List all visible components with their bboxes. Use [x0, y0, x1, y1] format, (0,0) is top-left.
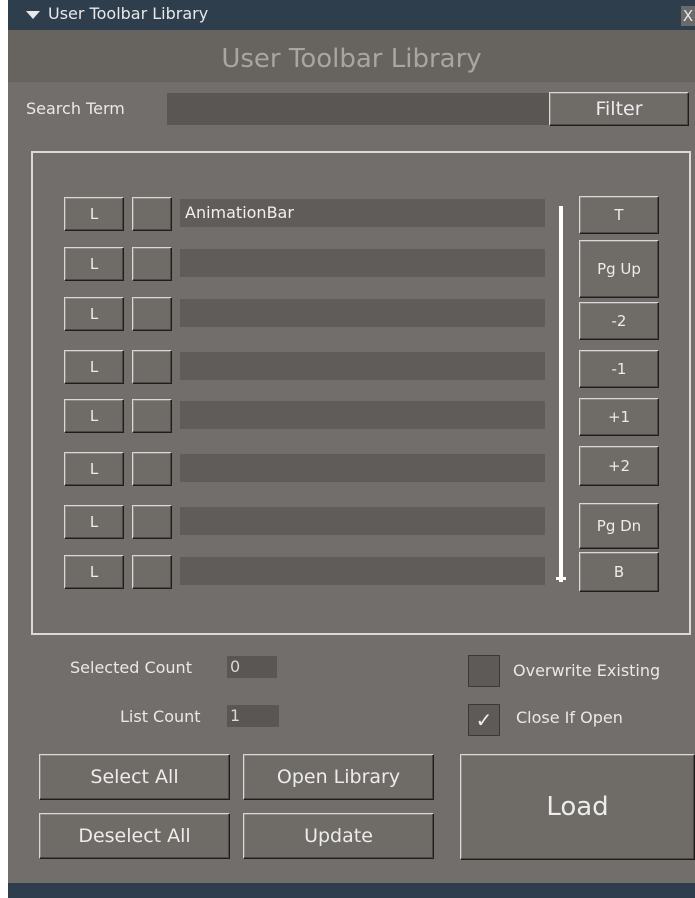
toolbar-name-field[interactable] [180, 557, 545, 585]
load-row-button[interactable]: L [64, 197, 124, 231]
select-row-toggle[interactable] [132, 197, 172, 231]
toolbar-name-field[interactable] [180, 401, 545, 429]
page-up-button[interactable]: Pg Up [579, 240, 659, 298]
search-input[interactable] [167, 93, 549, 125]
select-row-toggle[interactable] [132, 297, 172, 331]
bottom-button[interactable]: B [579, 552, 659, 592]
list-count-label: List Count [120, 707, 201, 726]
title-bar[interactable]: User Toolbar Library X [8, 0, 695, 30]
window-title: User Toolbar Library [48, 4, 209, 23]
load-row-button[interactable]: L [64, 399, 124, 433]
load-row-button[interactable]: L [64, 505, 124, 539]
scrollbar-end-mark [556, 577, 566, 580]
selected-count-value: 0 [227, 656, 277, 678]
page-title: User Toolbar Library [8, 30, 695, 82]
load-row-button[interactable]: L [64, 555, 124, 589]
down-1-button[interactable]: +1 [579, 398, 659, 436]
load-row-button[interactable]: L [64, 452, 124, 486]
selected-count-label: Selected Count [70, 658, 192, 677]
user-toolbar-library-window: User Toolbar Library X User Toolbar Libr… [8, 0, 695, 898]
toolbar-name-field[interactable] [180, 507, 545, 535]
update-button[interactable]: Update [243, 813, 434, 859]
deselect-all-button[interactable]: Deselect All [39, 813, 230, 859]
select-row-toggle[interactable] [132, 505, 172, 539]
list-scrollbar[interactable] [559, 206, 563, 582]
page-down-button[interactable]: Pg Dn [579, 503, 659, 549]
close-if-open-checkbox[interactable]: ✓ [468, 704, 500, 736]
bottom-bar [8, 883, 695, 898]
load-row-button[interactable]: L [64, 297, 124, 331]
load-row-button[interactable]: L [64, 247, 124, 281]
list-count-value: 1 [227, 705, 279, 727]
toolbar-name-field[interactable] [180, 454, 545, 482]
overwrite-existing-checkbox[interactable] [468, 655, 500, 687]
collapse-arrow-icon[interactable] [26, 11, 40, 19]
select-row-toggle[interactable] [132, 399, 172, 433]
up-2-button[interactable]: -2 [579, 302, 659, 340]
toolbar-name-field[interactable] [180, 249, 545, 277]
up-1-button[interactable]: -1 [579, 350, 659, 388]
open-library-button[interactable]: Open Library [243, 754, 434, 800]
top-button[interactable]: T [579, 196, 659, 234]
toolbar-name-field[interactable]: AnimationBar [180, 199, 545, 227]
close-icon[interactable]: X [681, 6, 695, 26]
select-row-toggle[interactable] [132, 350, 172, 384]
toolbar-name-field[interactable] [180, 299, 545, 327]
select-row-toggle[interactable] [132, 247, 172, 281]
overwrite-existing-label: Overwrite Existing [513, 661, 661, 680]
load-row-button[interactable]: L [64, 350, 124, 384]
select-all-button[interactable]: Select All [39, 754, 230, 800]
down-2-button[interactable]: +2 [579, 446, 659, 486]
load-button[interactable]: Load [460, 754, 695, 860]
select-row-toggle[interactable] [132, 452, 172, 486]
toolbar-name-field[interactable] [180, 352, 545, 380]
select-row-toggle[interactable] [132, 555, 172, 589]
close-if-open-label: Close If Open [516, 708, 623, 727]
search-term-label: Search Term [26, 99, 125, 118]
filter-button[interactable]: Filter [549, 92, 689, 126]
